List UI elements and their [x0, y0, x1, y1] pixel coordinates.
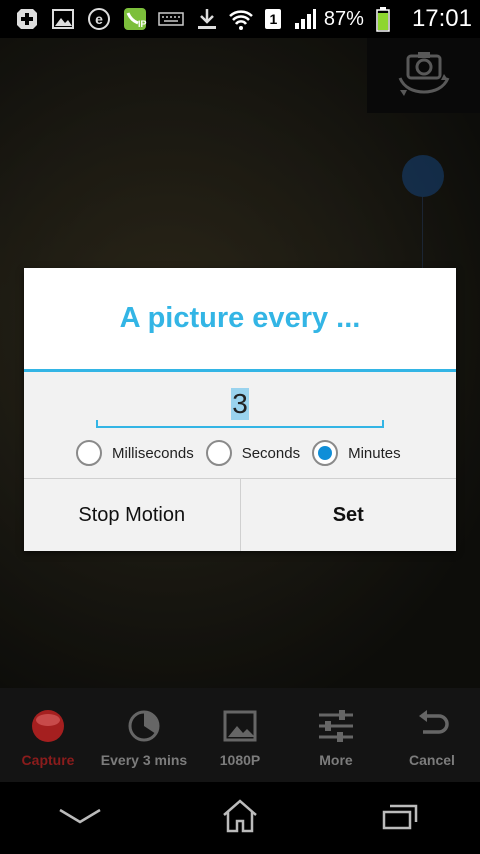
undo-icon [413, 706, 451, 746]
image-icon [50, 6, 76, 32]
svg-text:e: e [95, 11, 103, 27]
resolution-label: 1080P [219, 752, 261, 768]
radio-milliseconds-label[interactable]: Milliseconds [112, 445, 194, 462]
interval-dialog: A picture every ... 3 Milliseconds Secon… [24, 268, 456, 551]
interval-value-input[interactable]: 3 [96, 382, 384, 428]
image-icon [222, 706, 258, 746]
timer-icon [126, 706, 162, 746]
more-label: More [319, 752, 353, 768]
signal-icon [292, 6, 318, 32]
more-button[interactable]: More [288, 688, 384, 782]
back-button[interactable] [40, 788, 120, 848]
clock: 17:01 [411, 5, 472, 32]
radio-seconds[interactable]: Seconds [205, 440, 300, 466]
unit-radio-group: Milliseconds Seconds Minutes [76, 440, 413, 466]
cancel-button[interactable]: Cancel [384, 688, 480, 782]
battery-icon [370, 6, 396, 32]
interval-button[interactable]: Every 3 mins [96, 688, 192, 782]
radio-milliseconds[interactable]: Milliseconds [76, 440, 194, 466]
sim-slot-label: 1 [269, 11, 278, 27]
capture-label: Capture [21, 752, 75, 768]
radio-minutes[interactable]: Minutes [312, 440, 401, 466]
radio-button-selected-icon[interactable] [312, 440, 339, 466]
bottom-toolbar: Capture Every 3 mins 1080P More Cancel [0, 688, 480, 782]
download-icon [194, 6, 220, 32]
radio-minutes-label[interactable]: Minutes [348, 445, 401, 462]
capture-button[interactable]: Capture [0, 688, 96, 782]
battery-percent: 87% [323, 7, 364, 30]
plus-square-icon [14, 6, 40, 32]
dialog-button-bar: Stop Motion Set [24, 478, 456, 551]
status-bar: e IP 1 87% 17:01 [0, 0, 480, 38]
cancel-label: Cancel [409, 752, 455, 768]
wifi-icon [228, 6, 254, 32]
interval-label: Every 3 mins [100, 752, 188, 768]
resolution-button[interactable]: 1080P [192, 688, 288, 782]
back-icon [58, 806, 102, 831]
e-circle-icon: e [86, 6, 112, 32]
record-icon [30, 706, 66, 746]
ip-app-icon: IP [122, 6, 148, 32]
radio-button-icon[interactable] [76, 440, 102, 466]
navigation-bar [0, 782, 480, 854]
stop-motion-button[interactable]: Stop Motion [24, 479, 241, 551]
dialog-body: 3 Milliseconds Seconds Minutes [24, 372, 456, 482]
home-button[interactable] [200, 788, 280, 848]
radio-seconds-label[interactable]: Seconds [242, 445, 300, 462]
set-button[interactable]: Set [241, 479, 457, 551]
recent-apps-icon [382, 802, 418, 835]
radio-button-icon[interactable] [205, 440, 232, 466]
sim-icon: 1 [260, 6, 286, 32]
home-icon [222, 798, 258, 838]
svg-text:IP: IP [138, 19, 147, 29]
interval-value[interactable]: 3 [231, 388, 249, 420]
keyboard-icon [158, 6, 184, 32]
dialog-title: A picture every ... [24, 268, 456, 372]
recent-apps-button[interactable] [360, 788, 440, 848]
sliders-icon [317, 706, 355, 746]
